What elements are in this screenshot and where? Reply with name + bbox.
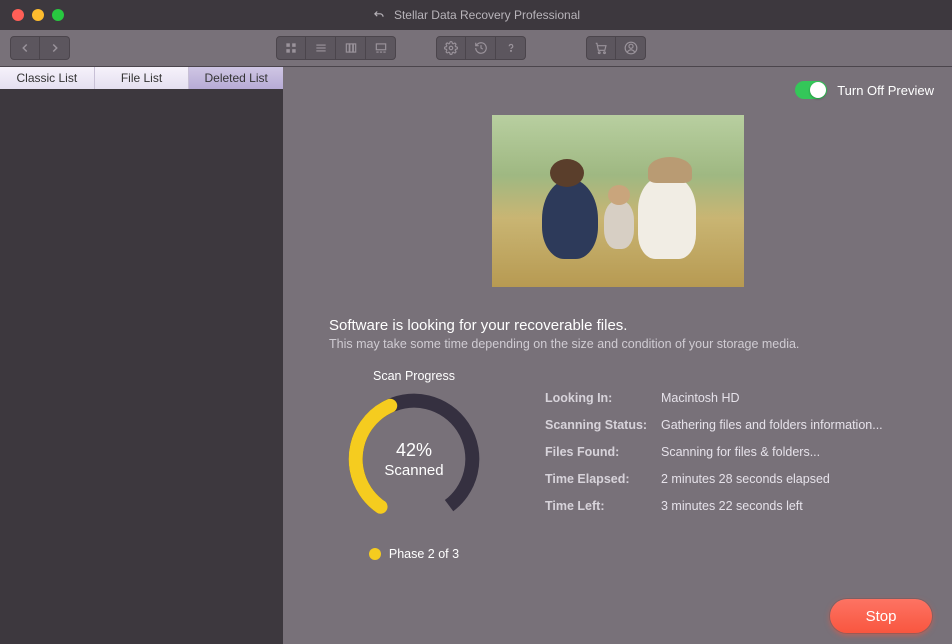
view-grid-button[interactable] [276, 36, 306, 60]
back-arrow-icon [372, 8, 386, 22]
info-key: Time Left: [545, 499, 655, 513]
view-gallery-button[interactable] [366, 36, 396, 60]
cart-icon [594, 41, 608, 55]
info-value: 2 minutes 28 seconds elapsed [661, 472, 906, 486]
progress-ring: 42% Scanned [344, 389, 484, 529]
toolbar [0, 30, 952, 67]
chevron-left-icon [18, 41, 32, 55]
view-columns-button[interactable] [336, 36, 366, 60]
info-key: Time Elapsed: [545, 472, 655, 486]
titlebar: Stellar Data Recovery Professional [0, 0, 952, 30]
content-area: Classic List File List Deleted List Turn… [0, 67, 952, 644]
footer: Stop [283, 588, 952, 644]
nav-back-button[interactable] [10, 36, 40, 60]
info-key: Looking In: [545, 391, 655, 405]
preview-image [492, 115, 744, 287]
progress-word: Scanned [384, 462, 443, 479]
settings-button[interactable] [436, 36, 466, 60]
account-group [586, 36, 646, 60]
info-value: Gathering files and folders information.… [661, 418, 906, 432]
toolbar-center [276, 36, 646, 60]
preview-toggle-switch[interactable] [795, 81, 827, 99]
nav-group [10, 36, 70, 60]
tab-label: Classic List [16, 71, 77, 85]
progress-percent: 42% [396, 440, 432, 461]
progress-center: 42% Scanned [344, 389, 484, 529]
question-icon [504, 41, 518, 55]
gear-icon [444, 41, 458, 55]
view-list-button[interactable] [306, 36, 336, 60]
info-value: Scanning for files & folders... [661, 445, 906, 459]
sidebar-tabs: Classic List File List Deleted List [0, 67, 283, 89]
tab-label: Deleted List [204, 71, 267, 85]
chevron-right-icon [48, 41, 62, 55]
tab-deleted-list[interactable]: Deleted List [189, 67, 283, 89]
gallery-icon [374, 41, 388, 55]
preview-toggle: Turn Off Preview [795, 81, 934, 99]
info-key: Files Found: [545, 445, 655, 459]
sidebar: Classic List File List Deleted List [0, 67, 283, 644]
phase-dot-icon [369, 548, 381, 560]
tab-classic-list[interactable]: Classic List [0, 67, 95, 89]
sidebar-body [0, 89, 283, 644]
grid-icon [284, 41, 298, 55]
tab-label: File List [121, 71, 162, 85]
close-window-button[interactable] [12, 9, 24, 21]
user-icon [624, 41, 638, 55]
status-title: Software is looking for your recoverable… [329, 317, 906, 334]
minimize-window-button[interactable] [32, 9, 44, 21]
help-button[interactable] [496, 36, 526, 60]
view-mode-group [276, 36, 396, 60]
nav-forward-button[interactable] [40, 36, 70, 60]
history-icon [474, 41, 488, 55]
app-window: Stellar Data Recovery Professional [0, 0, 952, 644]
window-title-text: Stellar Data Recovery Professional [394, 8, 580, 22]
phase-indicator: Phase 2 of 3 [369, 547, 459, 561]
window-controls [12, 9, 64, 21]
list-icon [314, 41, 328, 55]
columns-icon [344, 41, 358, 55]
progress-column: Scan Progress 42% Scanned Phase [329, 369, 499, 561]
cart-button[interactable] [586, 36, 616, 60]
preview-toggle-label: Turn Off Preview [837, 83, 934, 98]
window-title: Stellar Data Recovery Professional [372, 8, 580, 22]
history-button[interactable] [466, 36, 496, 60]
status-subtitle: This may take some time depending on the… [329, 337, 906, 351]
info-key: Scanning Status: [545, 418, 655, 432]
info-value: Macintosh HD [661, 391, 906, 405]
toggle-knob [810, 82, 826, 98]
info-value: 3 minutes 22 seconds left [661, 499, 906, 513]
stop-button[interactable]: Stop [830, 599, 932, 633]
stop-button-label: Stop [866, 608, 897, 625]
tab-file-list[interactable]: File List [95, 67, 190, 89]
options-group [436, 36, 526, 60]
status-block: Software is looking for your recoverable… [329, 317, 906, 351]
main-panel: Turn Off Preview Software is looking for… [283, 67, 952, 644]
account-button[interactable] [616, 36, 646, 60]
zoom-window-button[interactable] [52, 9, 64, 21]
progress-area: Scan Progress 42% Scanned Phase [329, 369, 906, 561]
scan-info-table: Looking In: Macintosh HD Scanning Status… [545, 391, 906, 513]
